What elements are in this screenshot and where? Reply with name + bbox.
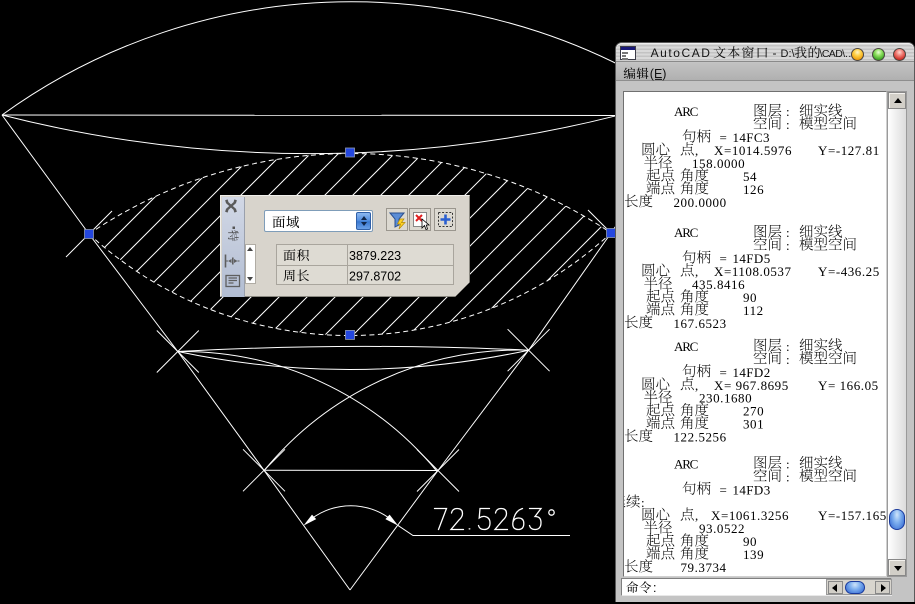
- svg-text:93.0522: 93.0522: [699, 521, 745, 536]
- svg-text:435.8416: 435.8416: [692, 277, 745, 292]
- svg-text:ARC: ARC: [674, 225, 698, 240]
- svg-text:14FD3: 14FD3: [733, 482, 771, 497]
- svg-text:Y=-127.81: Y=-127.81: [818, 143, 880, 158]
- svg-text:79.3734: 79.3734: [681, 560, 727, 575]
- svg-text:167.6523: 167.6523: [674, 316, 727, 331]
- svg-text:Y= 166.05: Y= 166.05: [818, 378, 879, 393]
- svg-text::: :: [641, 495, 645, 510]
- svg-text:ARC: ARC: [674, 456, 698, 471]
- svg-text:3879.223: 3879.223: [349, 249, 401, 263]
- svg-text:ARC: ARC: [674, 339, 698, 354]
- svg-text:301: 301: [743, 417, 764, 432]
- svg-text::: :: [786, 469, 790, 484]
- svg-text::: :: [786, 352, 790, 367]
- svg-text:158.0000: 158.0000: [692, 156, 745, 171]
- svg-text:126: 126: [743, 182, 764, 197]
- svg-text:=: =: [720, 482, 728, 497]
- svg-text::: :: [653, 581, 656, 595]
- svg-text:297.8702: 297.8702: [349, 269, 401, 283]
- svg-text:Y=-436.25: Y=-436.25: [818, 264, 880, 279]
- svg-text:Y=-157.1653: Y=-157.1653: [818, 508, 887, 523]
- svg-text:AutoCAD: AutoCAD: [651, 46, 712, 60]
- svg-text:-: -: [773, 46, 777, 60]
- svg-text:122.5256: 122.5256: [674, 430, 727, 445]
- svg-text::: :: [786, 117, 790, 132]
- svg-text:139: 139: [743, 547, 764, 562]
- svg-text:112: 112: [743, 303, 764, 318]
- svg-text:\CAD\…: \CAD\…: [820, 48, 855, 60]
- svg-text:D:\: D:\: [781, 48, 796, 60]
- svg-text:200.0000: 200.0000: [674, 195, 727, 210]
- svg-text::: :: [786, 238, 790, 253]
- svg-text:ARC: ARC: [674, 104, 698, 119]
